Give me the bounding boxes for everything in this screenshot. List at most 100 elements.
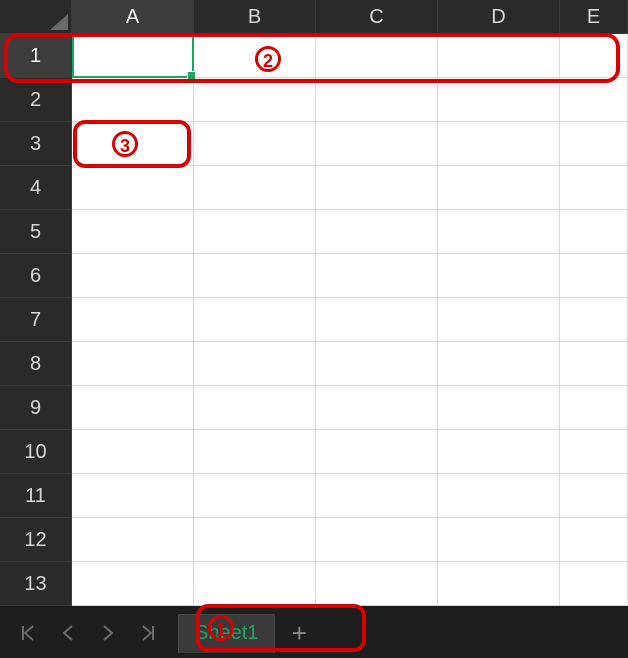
- cell-E8[interactable]: [560, 342, 628, 386]
- row-header-9[interactable]: 9: [0, 386, 72, 430]
- cell-E1[interactable]: [560, 34, 628, 78]
- cell-A8[interactable]: [72, 342, 194, 386]
- first-sheet-icon[interactable]: [8, 608, 48, 658]
- column-header-B[interactable]: B: [194, 0, 316, 34]
- row-5: 5: [0, 210, 628, 254]
- cell-D3[interactable]: [438, 122, 560, 166]
- cell-D5[interactable]: [438, 210, 560, 254]
- cell-D6[interactable]: [438, 254, 560, 298]
- cell-D2[interactable]: [438, 78, 560, 122]
- column-header-A[interactable]: A: [72, 0, 194, 34]
- cell-C4[interactable]: [316, 166, 438, 210]
- select-all-corner[interactable]: [0, 0, 72, 34]
- column-header-E[interactable]: E: [560, 0, 628, 34]
- cell-E5[interactable]: [560, 210, 628, 254]
- cell-B10[interactable]: [194, 430, 316, 474]
- cell-E10[interactable]: [560, 430, 628, 474]
- cell-B4[interactable]: [194, 166, 316, 210]
- add-sheet-button[interactable]: +: [279, 608, 319, 658]
- cell-A4[interactable]: [72, 166, 194, 210]
- row-header-3[interactable]: 3: [0, 122, 72, 166]
- cell-E12[interactable]: [560, 518, 628, 562]
- cell-A13[interactable]: [72, 562, 194, 606]
- cell-C3[interactable]: [316, 122, 438, 166]
- row-10: 10: [0, 430, 628, 474]
- cell-C12[interactable]: [316, 518, 438, 562]
- cell-D7[interactable]: [438, 298, 560, 342]
- plus-icon: +: [292, 618, 307, 649]
- row-header-5[interactable]: 5: [0, 210, 72, 254]
- row-header-12[interactable]: 12: [0, 518, 72, 562]
- row-7: 7: [0, 298, 628, 342]
- cell-C7[interactable]: [316, 298, 438, 342]
- row-3: 3: [0, 122, 628, 166]
- row-header-6[interactable]: 6: [0, 254, 72, 298]
- row-8: 8: [0, 342, 628, 386]
- cell-C1[interactable]: [316, 34, 438, 78]
- cell-A10[interactable]: [72, 430, 194, 474]
- cell-B7[interactable]: [194, 298, 316, 342]
- cell-C6[interactable]: [316, 254, 438, 298]
- cell-C8[interactable]: [316, 342, 438, 386]
- cell-C2[interactable]: [316, 78, 438, 122]
- row-header-4[interactable]: 4: [0, 166, 72, 210]
- cell-E2[interactable]: [560, 78, 628, 122]
- row-13: 13: [0, 562, 628, 606]
- cell-C11[interactable]: [316, 474, 438, 518]
- cell-A2[interactable]: [72, 78, 194, 122]
- cell-A12[interactable]: [72, 518, 194, 562]
- cell-D12[interactable]: [438, 518, 560, 562]
- cell-E9[interactable]: [560, 386, 628, 430]
- row-1: 1: [0, 34, 628, 78]
- cell-D8[interactable]: [438, 342, 560, 386]
- cell-B12[interactable]: [194, 518, 316, 562]
- row-header-2[interactable]: 2: [0, 78, 72, 122]
- prev-sheet-icon[interactable]: [48, 608, 88, 658]
- cell-A11[interactable]: [72, 474, 194, 518]
- cell-B11[interactable]: [194, 474, 316, 518]
- cell-C9[interactable]: [316, 386, 438, 430]
- sheet-tab-active[interactable]: Sheet1: [178, 614, 275, 653]
- column-header-C[interactable]: C: [316, 0, 438, 34]
- cell-B8[interactable]: [194, 342, 316, 386]
- cell-B1[interactable]: [194, 34, 316, 78]
- cell-D11[interactable]: [438, 474, 560, 518]
- row-header-13[interactable]: 13: [0, 562, 72, 606]
- column-header-D[interactable]: D: [438, 0, 560, 34]
- cell-A5[interactable]: [72, 210, 194, 254]
- row-header-11[interactable]: 11: [0, 474, 72, 518]
- cell-E3[interactable]: [560, 122, 628, 166]
- cell-A3[interactable]: [72, 122, 194, 166]
- cell-D9[interactable]: [438, 386, 560, 430]
- cell-E4[interactable]: [560, 166, 628, 210]
- cell-A1[interactable]: [72, 34, 194, 78]
- row-header-7[interactable]: 7: [0, 298, 72, 342]
- cell-B2[interactable]: [194, 78, 316, 122]
- cell-D1[interactable]: [438, 34, 560, 78]
- row-header-10[interactable]: 10: [0, 430, 72, 474]
- cell-B6[interactable]: [194, 254, 316, 298]
- column-headers: ABCDE: [0, 0, 628, 34]
- row-header-1[interactable]: 1: [0, 34, 72, 78]
- row-header-8[interactable]: 8: [0, 342, 72, 386]
- cell-E11[interactable]: [560, 474, 628, 518]
- cell-E7[interactable]: [560, 298, 628, 342]
- cell-E13[interactable]: [560, 562, 628, 606]
- spreadsheet-area: ABCDE 12345678910111213: [0, 0, 628, 608]
- cell-A9[interactable]: [72, 386, 194, 430]
- cell-D13[interactable]: [438, 562, 560, 606]
- cell-A7[interactable]: [72, 298, 194, 342]
- cell-D10[interactable]: [438, 430, 560, 474]
- cell-B3[interactable]: [194, 122, 316, 166]
- cell-B5[interactable]: [194, 210, 316, 254]
- next-sheet-icon[interactable]: [88, 608, 128, 658]
- cell-C13[interactable]: [316, 562, 438, 606]
- cell-B9[interactable]: [194, 386, 316, 430]
- cell-A6[interactable]: [72, 254, 194, 298]
- cell-B13[interactable]: [194, 562, 316, 606]
- last-sheet-icon[interactable]: [128, 608, 168, 658]
- cell-D4[interactable]: [438, 166, 560, 210]
- cell-E6[interactable]: [560, 254, 628, 298]
- cell-C5[interactable]: [316, 210, 438, 254]
- cell-C10[interactable]: [316, 430, 438, 474]
